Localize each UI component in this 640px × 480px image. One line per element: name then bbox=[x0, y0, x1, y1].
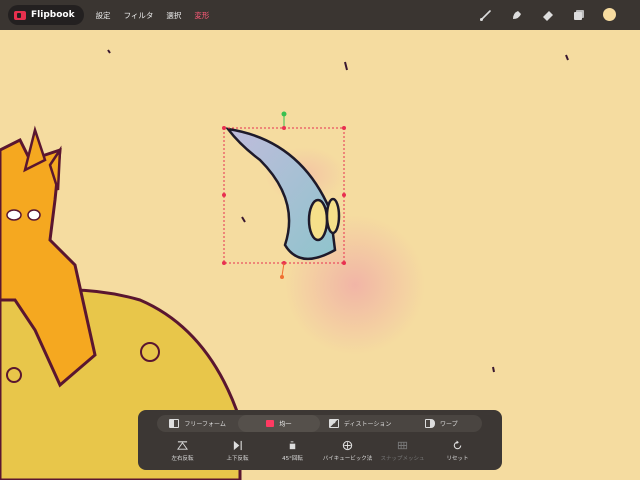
warp-icon bbox=[425, 419, 436, 428]
tab-freeform[interactable]: フリーフォーム bbox=[157, 415, 238, 432]
color-picker-button[interactable] bbox=[603, 8, 616, 21]
tab-distortion[interactable]: ディストーション bbox=[320, 415, 401, 432]
flip-horizontal-label: 左右反転 bbox=[171, 456, 194, 462]
transform-actions: 左右反転 上下反転 45°回転 バイキュービック法 スナップメッシュ リセット bbox=[155, 440, 485, 466]
rotate-icon bbox=[289, 441, 296, 450]
tab-distortion-label: ディストーション bbox=[343, 421, 392, 428]
snap-mesh-label: スナップメッシュ bbox=[380, 456, 425, 462]
transform-mode-tabs: フリーフォーム 均一 ディストーション ワープ bbox=[157, 415, 482, 432]
flip-horizontal-button[interactable]: 左右反転 bbox=[155, 440, 210, 466]
flip-vertical-icon bbox=[233, 440, 242, 451]
tab-uniform[interactable]: 均一 bbox=[238, 415, 320, 432]
menu-select[interactable]: 選択 bbox=[166, 10, 181, 21]
rotate-45-label: 45°回転 bbox=[282, 456, 303, 462]
bicubic-button[interactable]: バイキュービック法 bbox=[320, 440, 375, 466]
gallery-button[interactable]: Flipbook bbox=[8, 5, 84, 25]
tab-warp[interactable]: ワープ bbox=[401, 415, 482, 432]
menu-filter[interactable]: フィルタ bbox=[124, 10, 154, 21]
grid-icon bbox=[397, 441, 408, 450]
reset-icon bbox=[453, 440, 462, 450]
smudge-icon[interactable] bbox=[509, 7, 525, 23]
uniform-icon bbox=[266, 420, 275, 427]
drawing-canvas[interactable] bbox=[0, 0, 640, 480]
distortion-icon bbox=[328, 419, 339, 428]
reset-label: リセット bbox=[446, 456, 469, 462]
brush-icon[interactable] bbox=[478, 7, 494, 23]
menu-settings[interactable]: 設定 bbox=[96, 10, 111, 21]
menu-transform[interactable]: 変形 bbox=[194, 10, 209, 21]
tab-freeform-label: フリーフォーム bbox=[184, 421, 226, 428]
flip-horizontal-icon bbox=[177, 441, 188, 450]
bicubic-icon bbox=[342, 440, 353, 451]
transform-panel: フリーフォーム 均一 ディストーション ワープ 左右反転 上下反転 45°回転 bbox=[138, 410, 502, 470]
flip-vertical-label: 上下反転 bbox=[226, 456, 249, 462]
snap-mesh-button[interactable]: スナップメッシュ bbox=[375, 440, 430, 466]
flipbook-icon bbox=[14, 10, 26, 20]
rotate-45-button[interactable]: 45°回転 bbox=[265, 440, 320, 466]
tab-warp-label: ワープ bbox=[440, 421, 458, 428]
freeform-icon bbox=[169, 419, 180, 428]
tab-uniform-label: 均一 bbox=[279, 421, 292, 428]
app-name: Flipbook bbox=[31, 10, 75, 20]
reset-button[interactable]: リセット bbox=[430, 440, 485, 466]
layers-icon[interactable] bbox=[571, 7, 587, 23]
eraser-icon[interactable] bbox=[540, 7, 556, 23]
flip-vertical-button[interactable]: 上下反転 bbox=[210, 440, 265, 466]
bicubic-label: バイキュービック法 bbox=[322, 456, 373, 462]
